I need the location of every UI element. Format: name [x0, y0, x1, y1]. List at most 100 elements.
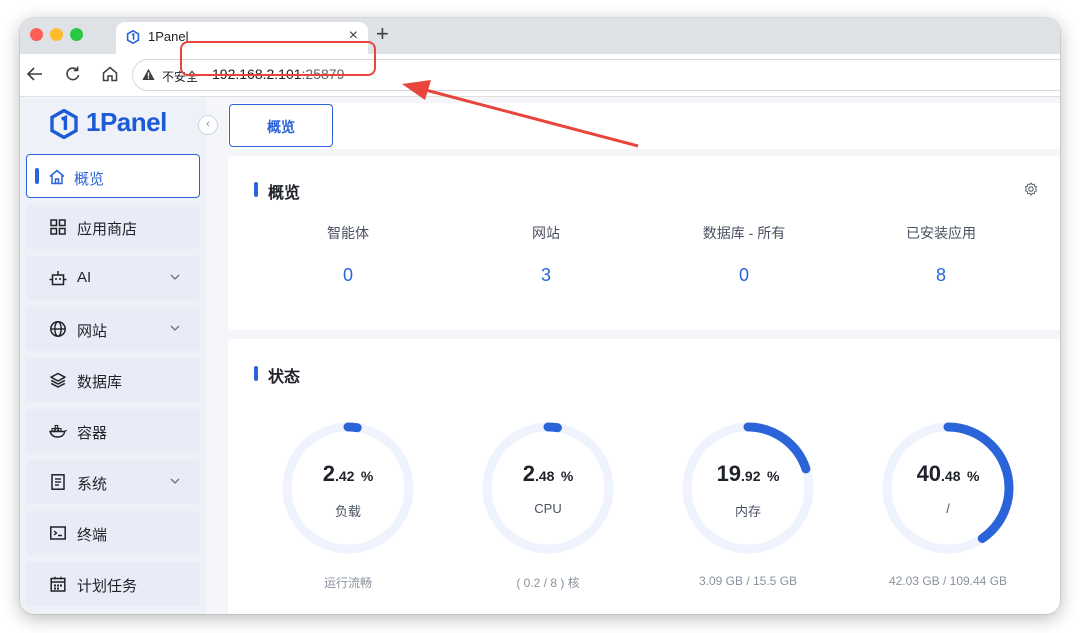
sidebar-item-label: 计划任务 [77, 578, 138, 595]
gauge-detail: 3.09 GB / 15.5 GB [698, 574, 798, 588]
gauge-track [282, 422, 414, 554]
home-icon [49, 169, 65, 185]
gauge-unit: % [966, 468, 980, 484]
brand-name: 1Panel [86, 107, 167, 137]
gauge-ring [282, 422, 414, 554]
gauge-value: 40.48 % [878, 461, 1018, 487]
stat-label: 数据库 - 所有 [702, 225, 786, 241]
sidebar-item-ai[interactable]: AI [26, 256, 200, 300]
gauge-value: 19.92 % [678, 461, 818, 487]
terminal-icon [50, 526, 66, 540]
gauge-value-int: 19 [716, 461, 742, 486]
zoom-window-button[interactable] [70, 28, 83, 41]
gauge-value-dec: .48 [941, 468, 961, 484]
sidebar-item-overview[interactable]: 概览 [26, 154, 200, 198]
gauge-value-dec: .92 [741, 468, 761, 484]
sidebar-item-cron-jobs[interactable]: 计划任务 [26, 562, 200, 606]
grid-icon [50, 219, 66, 235]
sidebar-item-databases[interactable]: 数据库 [26, 358, 200, 402]
chevron-down-icon [170, 274, 180, 280]
overview-card: 概览 智能体 0 网站 3 数据库 - 所有 0 已安装应用 8 [228, 156, 1060, 330]
browser-window: 1Panel × + 不安全 192.168.2.101:25879 1Pane… [20, 18, 1060, 614]
gauge-name: / [946, 501, 950, 516]
stat-installed-apps[interactable]: 已安装应用 8 [842, 223, 1040, 286]
chevron-down-icon [170, 325, 180, 331]
panel-logo-icon [126, 30, 140, 44]
close-window-button[interactable] [30, 28, 43, 41]
calendar-icon [50, 576, 66, 592]
docker-icon [49, 424, 67, 438]
gauge-value: 2.48 % [478, 461, 618, 487]
gauge-value-dec: .48 [534, 468, 555, 484]
warning-icon [142, 68, 155, 80]
page-tab-bar: 概览 [228, 103, 1060, 149]
system-icon [51, 474, 65, 490]
robot-icon [49, 271, 67, 286]
gauge-unit: % [560, 468, 574, 484]
gauge-value-dec: .42 [334, 468, 355, 484]
tab-strip: 1Panel × + [20, 18, 1060, 54]
sidebar-item-label: AI [77, 269, 92, 286]
sidebar-item-label: 容器 [77, 425, 108, 442]
stat-label: 网站 [532, 225, 560, 241]
tab-overview[interactable]: 概览 [229, 104, 333, 147]
chevron-down-icon [170, 478, 180, 484]
stat-value[interactable]: 8 [842, 265, 1040, 286]
sidebar-item-terminal[interactable]: 终端 [26, 511, 200, 555]
gauge-value-int: 2 [322, 461, 335, 486]
stat-value[interactable]: 3 [447, 265, 645, 286]
sidebar-item-containers[interactable]: 容器 [26, 409, 200, 453]
gauge-value: 2.42 % [278, 461, 418, 487]
back-arrow-icon[interactable] [25, 64, 45, 84]
new-tab-button[interactable]: + [376, 21, 389, 47]
status-title: 状态 [268, 369, 301, 386]
stat-label: 已安装应用 [906, 225, 976, 241]
gauge-name: 内存 [734, 504, 761, 519]
overview-title: 概览 [268, 185, 301, 202]
stat-value[interactable]: 0 [249, 265, 447, 286]
globe-icon [50, 321, 66, 337]
browser-toolbar: 不安全 192.168.2.101:25879 [20, 54, 1060, 97]
section-marker [254, 366, 258, 381]
gauge-track [482, 422, 614, 554]
stat-value[interactable]: 0 [645, 265, 843, 286]
sidebar-item-label: 数据库 [77, 374, 123, 391]
minimize-window-button[interactable] [50, 28, 63, 41]
gauge-value-int: 2 [522, 461, 535, 486]
status-card: 状态 2.42 % 负载 运行流畅 2.48 % CPU ( 0.2 / 8 )… [228, 339, 1060, 614]
gauge-detail: ( 0.2 / 8 ) 核 [516, 576, 580, 590]
gauge-unit: % [766, 468, 780, 484]
gauge-unit: % [360, 468, 374, 484]
home-icon[interactable] [100, 64, 120, 84]
gauge-detail: 运行流畅 [323, 576, 372, 590]
gauge-ring [482, 422, 614, 554]
section-marker [254, 182, 258, 197]
gear-icon[interactable] [1024, 182, 1038, 196]
panel-app: 1Panel ‹ 概览 应用商店 AI 网站 数据库 容器 系统 终端 计划任务… [20, 98, 1060, 614]
sidebar-item-websites[interactable]: 网站 [26, 307, 200, 351]
collapse-sidebar-button[interactable]: ‹ [198, 115, 218, 135]
tab-overview-label: 概览 [267, 119, 295, 135]
sidebar-item-label: 概览 [74, 171, 105, 188]
sidebar-item-system[interactable]: 系统 [26, 460, 200, 504]
stat-agents[interactable]: 智能体 0 [249, 223, 447, 286]
gauge-name: CPU [534, 501, 562, 516]
gauge-ring [682, 422, 814, 554]
sidebar-item-label: 终端 [77, 527, 108, 544]
sidebar-item-label: 应用商店 [77, 221, 138, 238]
sidebar-item-app-store[interactable]: 应用商店 [26, 205, 200, 249]
layers-icon [50, 372, 66, 388]
stat-websites[interactable]: 网站 3 [447, 223, 645, 286]
sidebar: 1Panel ‹ 概览 应用商店 AI 网站 数据库 容器 系统 终端 计划任务 [20, 98, 218, 614]
sidebar-item-label: 网站 [77, 323, 108, 340]
sidebar-item-label: 系统 [77, 476, 108, 493]
gauge-name: 负载 [334, 504, 361, 519]
url-highlight-box [180, 41, 376, 76]
brand-logo-icon [50, 109, 78, 139]
main-content: 概览 概览 智能体 0 网站 3 数据库 - 所有 0 已安装应用 8 状态 2… [228, 98, 1060, 614]
reload-icon[interactable] [63, 64, 83, 84]
gauge-value-int: 40 [916, 461, 942, 486]
gauge-ring [882, 422, 1014, 554]
stat-databases[interactable]: 数据库 - 所有 0 [645, 223, 843, 286]
active-indicator [35, 168, 39, 184]
